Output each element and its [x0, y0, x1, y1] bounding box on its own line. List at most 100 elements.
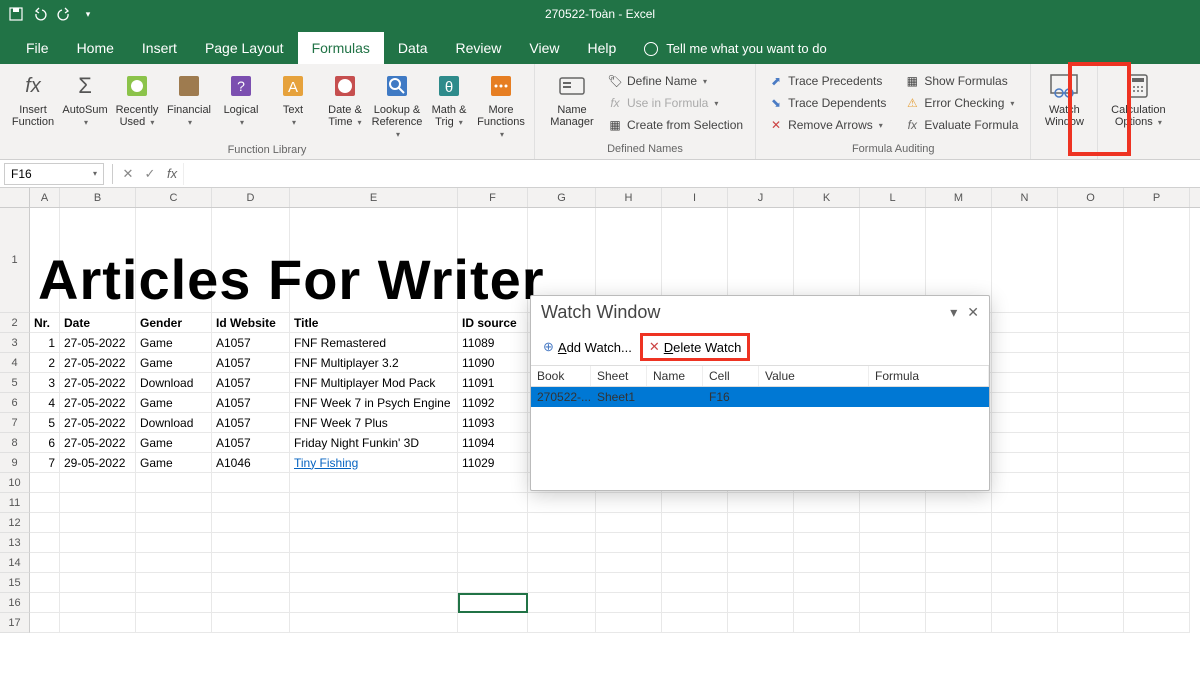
cell[interactable] [1124, 593, 1190, 613]
cell[interactable] [30, 573, 60, 593]
cell[interactable] [136, 553, 212, 573]
cell[interactable]: 27-05-2022 [60, 353, 136, 373]
cell[interactable] [1058, 533, 1124, 553]
cell[interactable] [1124, 553, 1190, 573]
cell[interactable] [1124, 393, 1190, 413]
cell[interactable]: Friday Night Funkin' 3D [290, 433, 458, 453]
table-header[interactable]: Id Website [212, 313, 290, 333]
col-header-F[interactable]: F [458, 188, 528, 207]
cell[interactable] [60, 473, 136, 493]
ww-col-cell[interactable]: Cell [703, 366, 759, 386]
cell[interactable] [1124, 208, 1190, 313]
tab-home[interactable]: Home [63, 32, 128, 64]
cell[interactable] [212, 493, 290, 513]
save-icon[interactable] [8, 6, 24, 22]
cell[interactable] [136, 613, 212, 633]
cell[interactable] [992, 593, 1058, 613]
col-header-K[interactable]: K [794, 188, 860, 207]
cell[interactable] [136, 513, 212, 533]
cell[interactable]: Game [136, 453, 212, 473]
cell[interactable] [212, 553, 290, 573]
trace-precedents-button[interactable]: ⬈Trace Precedents [764, 70, 890, 92]
cell[interactable] [1124, 533, 1190, 553]
cell[interactable] [662, 593, 728, 613]
cell[interactable] [992, 493, 1058, 513]
col-header-O[interactable]: O [1058, 188, 1124, 207]
cell[interactable]: FNF Week 7 Plus [290, 413, 458, 433]
cell[interactable]: 1 [30, 333, 60, 353]
col-header-E[interactable]: E [290, 188, 458, 207]
cell[interactable] [458, 473, 528, 493]
watch-window-row[interactable]: 270522-... Sheet1 F16 [531, 387, 989, 407]
cell[interactable] [860, 593, 926, 613]
col-header-J[interactable]: J [728, 188, 794, 207]
cell[interactable] [662, 493, 728, 513]
select-all-corner[interactable] [0, 188, 30, 208]
tab-help[interactable]: Help [574, 32, 631, 64]
cell[interactable]: FNF Multiplayer 3.2 [290, 353, 458, 373]
cell[interactable] [992, 573, 1058, 593]
cell[interactable] [1124, 373, 1190, 393]
cell[interactable]: Game [136, 393, 212, 413]
cell[interactable]: 27-05-2022 [60, 333, 136, 353]
cell[interactable] [992, 373, 1058, 393]
cell[interactable] [458, 553, 528, 573]
row-header-16[interactable]: 16 [0, 593, 30, 613]
cell[interactable] [212, 513, 290, 533]
cell[interactable] [992, 333, 1058, 353]
cell[interactable] [992, 513, 1058, 533]
cell[interactable] [728, 493, 794, 513]
cell[interactable] [528, 573, 596, 593]
tab-file[interactable]: File [12, 32, 63, 64]
cell[interactable] [290, 553, 458, 573]
col-header-B[interactable]: B [60, 188, 136, 207]
cell[interactable] [1124, 433, 1190, 453]
row-header-7[interactable]: 7 [0, 413, 30, 433]
ww-col-sheet[interactable]: Sheet [591, 366, 647, 386]
row-header-2[interactable]: 2 [0, 313, 30, 333]
cell[interactable] [458, 513, 528, 533]
date-time-button[interactable]: Date & Time ▾ [320, 68, 370, 130]
row-header-4[interactable]: 4 [0, 353, 30, 373]
table-header[interactable]: ID source [458, 313, 528, 333]
cell[interactable] [1058, 573, 1124, 593]
col-header-N[interactable]: N [992, 188, 1058, 207]
cell[interactable]: FNF Week 7 in Psych Engine [290, 393, 458, 413]
cell[interactable] [1058, 433, 1124, 453]
cell[interactable] [992, 313, 1058, 333]
cell[interactable] [30, 473, 60, 493]
cell[interactable]: A1057 [212, 353, 290, 373]
cell[interactable]: A1057 [212, 433, 290, 453]
col-header-P[interactable]: P [1124, 188, 1190, 207]
cell[interactable]: 29-05-2022 [60, 453, 136, 473]
cell[interactable] [212, 573, 290, 593]
cell[interactable] [60, 513, 136, 533]
cell[interactable] [136, 573, 212, 593]
cell[interactable]: 11090 [458, 353, 528, 373]
cell[interactable] [596, 573, 662, 593]
cell[interactable] [1124, 453, 1190, 473]
qat-customize-icon[interactable]: ▾ [80, 6, 96, 22]
cell[interactable] [794, 493, 860, 513]
cell[interactable] [290, 473, 458, 493]
cell[interactable] [528, 553, 596, 573]
cell[interactable] [662, 513, 728, 533]
watch-window-titlebar[interactable]: Watch Window ▾ ✕ [531, 296, 989, 329]
cell[interactable] [528, 493, 596, 513]
formula-input[interactable] [183, 163, 1200, 185]
create-from-selection-button[interactable]: ▦Create from Selection [603, 114, 747, 136]
cell[interactable] [1124, 493, 1190, 513]
fx-button[interactable]: fx [161, 166, 183, 181]
tab-insert[interactable]: Insert [128, 32, 191, 64]
cell[interactable] [992, 453, 1058, 473]
add-watch-button[interactable]: ⊕ Add Watch... [537, 333, 638, 361]
cell[interactable] [212, 473, 290, 493]
cell[interactable] [596, 513, 662, 533]
cell[interactable] [1058, 393, 1124, 413]
cell[interactable] [1058, 613, 1124, 633]
cell[interactable] [728, 573, 794, 593]
cell[interactable] [290, 613, 458, 633]
autosum-button[interactable]: Σ AutoSum▾ [60, 68, 110, 130]
cell[interactable] [30, 533, 60, 553]
cell[interactable]: 11092 [458, 393, 528, 413]
